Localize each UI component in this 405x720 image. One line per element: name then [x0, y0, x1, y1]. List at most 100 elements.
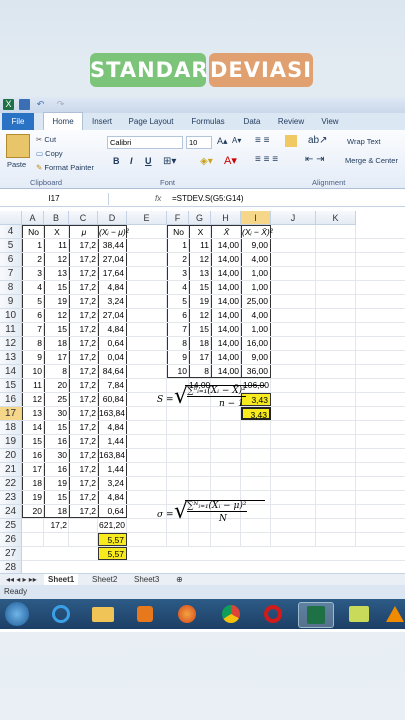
tab-insert[interactable]: Insert	[88, 113, 116, 130]
table1-cell[interactable]: 11	[22, 379, 44, 392]
formula-input[interactable]: =STDEV.S(G5:G14)	[172, 193, 244, 205]
folder-icon[interactable]	[86, 602, 120, 626]
column-header-a[interactable]: A	[22, 211, 44, 225]
row-header-23[interactable]: 23	[0, 491, 22, 505]
table1-cell[interactable]: 18	[44, 505, 69, 518]
table1-cell[interactable]: 17,2	[69, 281, 98, 294]
table2-cell[interactable]: 6	[167, 309, 189, 322]
row-header-13[interactable]: 13	[0, 351, 22, 365]
column-header-g[interactable]: G	[189, 211, 211, 225]
table1-cell[interactable]: 8	[44, 365, 69, 378]
row-header-5[interactable]: 5	[0, 239, 22, 253]
table1-cell[interactable]: 163,84	[98, 449, 127, 462]
font-name-select[interactable]: Calibri	[107, 136, 183, 149]
table1-mean[interactable]: 17,2	[44, 519, 69, 532]
table2-cell[interactable]: 36,00	[241, 365, 271, 378]
table1-cell[interactable]: 12	[22, 393, 44, 406]
table1-cell[interactable]: 13	[44, 267, 69, 280]
table1-header-dev[interactable]: (Xᵢ − μ)²	[98, 225, 129, 238]
table2-header-xbar[interactable]: X̄	[211, 225, 241, 238]
table1-cell[interactable]: 20	[44, 379, 69, 392]
table1-cell[interactable]: 16	[22, 449, 44, 462]
firefox-icon[interactable]	[170, 602, 204, 626]
table1-cell[interactable]: 13	[22, 407, 44, 420]
population-sd-cell[interactable]: 5,57	[98, 533, 127, 546]
table1-cell[interactable]: 17,2	[69, 505, 98, 518]
table1-cell[interactable]: 5	[22, 295, 44, 308]
table2-cell[interactable]: 8	[167, 337, 189, 350]
table2-cell[interactable]: 5	[167, 295, 189, 308]
table2-cell[interactable]: 14,00	[211, 323, 241, 336]
table2-cell[interactable]: 25,00	[241, 295, 271, 308]
table1-cell[interactable]: 25	[44, 393, 69, 406]
table2-cell[interactable]: 16,00	[241, 337, 271, 350]
presentation-icon[interactable]	[342, 602, 376, 626]
table2-cell[interactable]: 3	[167, 267, 189, 280]
table2-cell[interactable]: 4	[167, 281, 189, 294]
column-header-c[interactable]: C	[69, 211, 98, 225]
table1-cell[interactable]: 27,04	[98, 309, 127, 322]
cut-button[interactable]: ✂ Cut	[36, 135, 56, 144]
table1-cell[interactable]: 12	[44, 253, 69, 266]
row-header-20[interactable]: 20	[0, 449, 22, 463]
table1-cell[interactable]: 0,64	[98, 337, 127, 350]
table1-cell[interactable]: 4,84	[98, 421, 127, 434]
table2-cell[interactable]: 10	[167, 365, 189, 378]
fill-color-icon[interactable]: ◈▾	[200, 156, 213, 167]
table1-cell[interactable]: 7,84	[98, 379, 127, 392]
table1-cell[interactable]: 6	[22, 309, 44, 322]
table2-header-x[interactable]: X	[189, 225, 211, 238]
row-header-4[interactable]: 4	[0, 225, 22, 239]
table1-cell[interactable]: 1	[22, 239, 44, 252]
italic-button[interactable]: I	[130, 156, 133, 166]
undo-icon[interactable]: ↶	[35, 99, 46, 110]
table2-cell[interactable]: 7	[167, 323, 189, 336]
table1-cell[interactable]: 0,04	[98, 351, 127, 364]
table1-cell[interactable]: 30	[44, 407, 69, 420]
row-header-27[interactable]: 27	[0, 547, 22, 561]
row-header-10[interactable]: 10	[0, 309, 22, 323]
column-header-h[interactable]: H	[211, 211, 241, 225]
paste-button[interactable]: Paste	[7, 160, 26, 169]
select-all-corner[interactable]	[0, 211, 22, 225]
table1-cell[interactable]: 17,2	[69, 435, 98, 448]
table1-cell[interactable]: 60,84	[98, 393, 127, 406]
table1-cell[interactable]: 9	[22, 351, 44, 364]
media-player-icon[interactable]	[128, 602, 162, 626]
table1-cell[interactable]: 17,2	[69, 239, 98, 252]
table1-cell[interactable]: 84,64	[98, 365, 127, 378]
row-header-6[interactable]: 6	[0, 253, 22, 267]
table1-cell[interactable]: 16	[44, 435, 69, 448]
table1-cell[interactable]: 17	[44, 351, 69, 364]
tab-page-layout[interactable]: Page Layout	[125, 113, 177, 130]
table1-cell[interactable]: 17,2	[69, 309, 98, 322]
table2-cell[interactable]: 17	[189, 351, 211, 364]
name-box[interactable]: I17	[0, 193, 109, 205]
format-painter-button[interactable]: ✎ Format Painter	[36, 163, 94, 172]
align-left-icon[interactable]: ≡ ≡ ≡	[255, 154, 278, 165]
excel-taskbar-icon[interactable]	[298, 602, 334, 628]
shrink-font-icon[interactable]: A▾	[232, 136, 241, 145]
table1-header-mu[interactable]: μ	[69, 225, 98, 238]
table2-cell[interactable]: 1,00	[241, 323, 271, 336]
table1-cell[interactable]: 4,84	[98, 323, 127, 336]
tab-home[interactable]: Home	[43, 112, 83, 130]
column-header-j[interactable]: J	[271, 211, 316, 225]
population-sd-cell[interactable]: 5,57	[98, 547, 127, 560]
table1-cell[interactable]: 15	[22, 435, 44, 448]
table2-cell[interactable]: 9,00	[241, 239, 271, 252]
table1-cell[interactable]: 3,24	[98, 477, 127, 490]
row-header-25[interactable]: 25	[0, 519, 22, 533]
table1-cell[interactable]: 27,04	[98, 253, 127, 266]
table2-cell[interactable]: 12	[189, 253, 211, 266]
tab-review[interactable]: Review	[275, 113, 307, 130]
grow-font-icon[interactable]: A▴	[217, 136, 228, 147]
table1-cell[interactable]: 163,84	[98, 407, 127, 420]
paste-icon[interactable]	[6, 134, 30, 158]
orientation-icon[interactable]: ab↗	[308, 135, 328, 146]
table2-cell[interactable]: 14,00	[211, 295, 241, 308]
table1-cell[interactable]: 16	[44, 463, 69, 476]
table2-cell[interactable]: 4,00	[241, 253, 271, 266]
align-top-icon[interactable]: ≡ ≡	[255, 135, 269, 146]
table2-cell[interactable]: 1,00	[241, 281, 271, 294]
